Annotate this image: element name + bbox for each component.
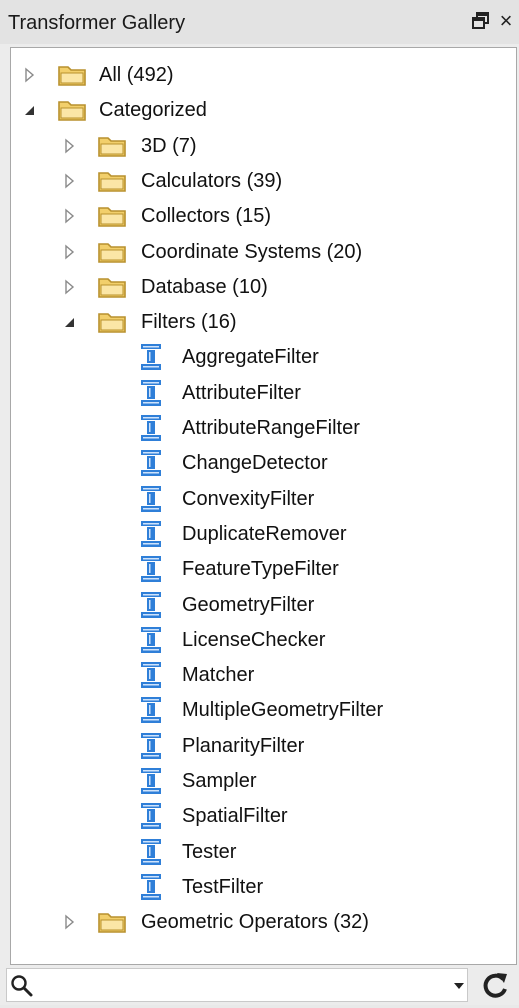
transformer-icon bbox=[136, 625, 166, 655]
transformer-icon bbox=[136, 731, 166, 761]
tree-item-label: AggregateFilter bbox=[182, 346, 319, 369]
collapse-arrow-icon[interactable] bbox=[63, 312, 77, 332]
close-icon[interactable]: × bbox=[496, 9, 516, 33]
expand-arrow-icon[interactable] bbox=[63, 912, 77, 932]
transformer-icon bbox=[136, 342, 166, 372]
expand-arrow-icon[interactable] bbox=[63, 242, 77, 262]
tree-item-label: Coordinate Systems (20) bbox=[141, 240, 363, 263]
transformer-icon bbox=[136, 695, 166, 725]
tree-item-transformer[interactable]: ConvexityFilter bbox=[11, 483, 516, 515]
transformer-icon bbox=[136, 519, 166, 549]
expand-arrow-icon[interactable] bbox=[23, 65, 37, 85]
tree-item-label: ConvexityFilter bbox=[182, 487, 315, 510]
tree-item-label: Sampler bbox=[182, 770, 257, 792]
tree-item-transformer[interactable]: PlanarityFilter bbox=[11, 730, 516, 762]
tree-item-label: Collectors (15) bbox=[141, 205, 272, 228]
tree-item-category[interactable]: Filters (16) bbox=[11, 306, 516, 338]
tree-item-label: PlanarityFilter bbox=[182, 734, 305, 757]
tree-item-category[interactable]: Coordinate Systems (20) bbox=[11, 236, 516, 268]
transformer-gallery-panel: Transformer Gallery × All (492) Categoriz… bbox=[0, 0, 519, 1005]
folder-icon bbox=[97, 274, 129, 300]
tree-item-transformer[interactable]: SpatialFilter bbox=[11, 800, 516, 832]
expand-arrow-icon[interactable] bbox=[63, 136, 77, 156]
folder-icon bbox=[97, 309, 129, 335]
tree-item-label: Filters (16) bbox=[141, 311, 237, 334]
tree-item-transformer[interactable]: TestFilter bbox=[11, 871, 516, 903]
tree-item-label: ChangeDetector bbox=[182, 452, 328, 475]
tree-item-all[interactable]: All (492) bbox=[11, 59, 516, 91]
tree-item-label: Tester bbox=[182, 840, 237, 863]
tree-item-transformer[interactable]: Sampler bbox=[11, 765, 516, 797]
transformer-icon bbox=[136, 448, 166, 478]
folder-icon bbox=[57, 97, 89, 123]
folder-icon bbox=[97, 239, 129, 265]
expand-arrow-icon[interactable] bbox=[63, 277, 77, 297]
tree-item-transformer[interactable]: MultipleGeometryFilter bbox=[11, 694, 516, 726]
folder-icon bbox=[97, 133, 129, 159]
folder-icon bbox=[57, 62, 89, 88]
transformer-icon bbox=[136, 872, 166, 902]
tree-item-label: MultipleGeometryFilter bbox=[182, 699, 384, 722]
tree-item-label: SpatialFilter bbox=[182, 805, 288, 828]
tree-item-label: Database (10) bbox=[141, 275, 268, 298]
dropdown-icon[interactable] bbox=[450, 975, 468, 995]
transformer-icon bbox=[136, 766, 166, 796]
tree-item-label: AttributeFilter bbox=[182, 381, 301, 404]
tree-item-label: Matcher bbox=[182, 664, 255, 687]
tree-item-category[interactable]: Geometric Operators (32) bbox=[11, 906, 516, 938]
tree-item-label: Categorized bbox=[99, 99, 207, 122]
tree-item-transformer[interactable]: AttributeFilter bbox=[11, 377, 516, 409]
folder-icon bbox=[97, 909, 129, 935]
tree-item-label: LicenseChecker bbox=[182, 628, 326, 651]
tree-item-label: 3D (7) bbox=[141, 134, 197, 157]
collapse-arrow-icon[interactable] bbox=[23, 100, 37, 120]
transformer-icon bbox=[136, 837, 166, 867]
tree-item-category[interactable]: Database (10) bbox=[11, 271, 516, 303]
tree-item-label: TestFilter bbox=[182, 875, 264, 898]
transformer-icon bbox=[136, 554, 166, 584]
tree-item-transformer[interactable]: ChangeDetector bbox=[11, 447, 516, 479]
panel-title: Transformer Gallery bbox=[8, 12, 186, 34]
tree-item-transformer[interactable]: AttributeRangeFilter bbox=[11, 412, 516, 444]
transformer-icon bbox=[136, 660, 166, 690]
tree-item-transformer[interactable]: LicenseChecker bbox=[11, 624, 516, 656]
transformer-icon bbox=[136, 801, 166, 831]
tree-item-label: FeatureTypeFilter bbox=[182, 558, 339, 581]
panel-titlebar: Transformer Gallery × bbox=[0, 0, 519, 44]
transformer-icon bbox=[136, 590, 166, 620]
tree-item-label: DuplicateRemover bbox=[182, 522, 347, 545]
search-input[interactable] bbox=[6, 968, 468, 1002]
transformer-tree[interactable]: All (492) Categorized 3D (7) Calculators (3… bbox=[10, 47, 517, 965]
tree-item-label: AttributeRangeFilter bbox=[182, 417, 360, 439]
tree-item-label: GeometryFilter bbox=[182, 593, 315, 616]
refresh-icon[interactable] bbox=[478, 969, 512, 1003]
tree-item-transformer[interactable]: Tester bbox=[11, 836, 516, 868]
tree-item-category[interactable]: Collectors (15) bbox=[11, 200, 516, 232]
folder-icon bbox=[97, 168, 129, 194]
transformer-icon bbox=[136, 413, 166, 443]
tree-item-transformer[interactable]: FeatureTypeFilter bbox=[11, 553, 516, 585]
expand-arrow-icon[interactable] bbox=[63, 171, 77, 191]
float-window-icon[interactable] bbox=[470, 10, 492, 32]
tree-item-label: Calculators (39) bbox=[141, 169, 283, 192]
tree-item-transformer[interactable]: AggregateFilter bbox=[11, 341, 516, 373]
tree-item-categorized[interactable]: Categorized bbox=[11, 94, 516, 126]
tree-item-label: Geometric Operators (32) bbox=[141, 911, 369, 934]
tree-item-category[interactable]: 3D (7) bbox=[11, 130, 516, 162]
search-bar bbox=[0, 965, 519, 1005]
tree-item-transformer[interactable]: GeometryFilter bbox=[11, 589, 516, 621]
tree-item-label: All (492) bbox=[99, 64, 174, 86]
transformer-icon bbox=[136, 484, 166, 514]
expand-arrow-icon[interactable] bbox=[63, 206, 77, 226]
tree-item-transformer[interactable]: Matcher bbox=[11, 659, 516, 691]
transformer-icon bbox=[136, 378, 166, 408]
tree-item-transformer[interactable]: DuplicateRemover bbox=[11, 518, 516, 550]
folder-icon bbox=[97, 203, 129, 229]
tree-item-category[interactable]: Calculators (39) bbox=[11, 165, 516, 197]
